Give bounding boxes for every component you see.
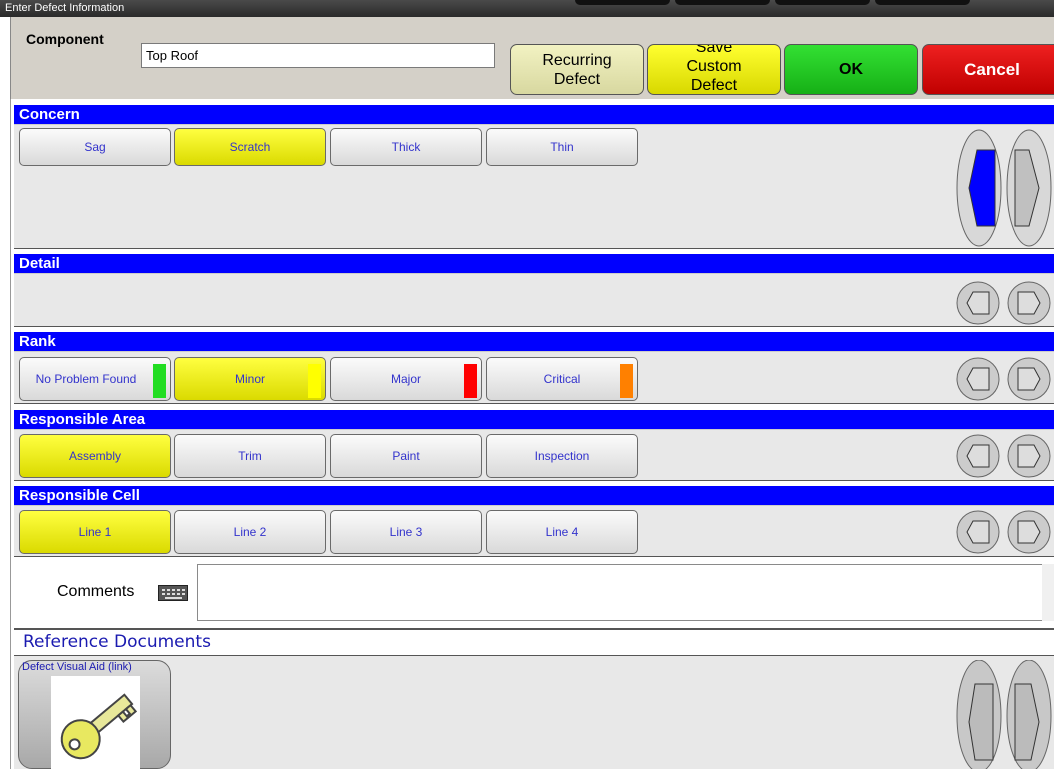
recurring-label-line2: Defect [553,70,601,88]
defect-visual-aid-label: Defect Visual Aid (link) [22,661,132,673]
recurring-label-line1: Recurring [542,51,612,69]
ok-button[interactable]: OK [784,44,918,95]
window-title: Enter Defect Information [5,2,125,14]
rank-option-label: No Problem Found [35,372,137,386]
rank-prev-button[interactable] [956,357,1000,401]
cell-pager [956,510,1051,554]
responsible-cell-header: Responsible Cell [14,486,1054,505]
concern-option-thin[interactable]: Thin [486,128,638,166]
detail-pager [956,281,1051,325]
rank-option-minor[interactable]: Minor [174,357,326,401]
cell-option-line-1[interactable]: Line 1 [19,510,171,554]
area-prev-button[interactable] [956,434,1000,478]
detail-header: Detail [14,254,1054,273]
rank-pager [956,357,1051,401]
concern-next-button[interactable] [1006,129,1052,247]
cancel-label: Cancel [964,60,1020,79]
detail-next-button[interactable] [1007,281,1051,325]
comments-input[interactable] [197,564,1054,621]
decor-tab [775,0,870,5]
rank-header: Rank [14,332,1054,351]
area-option-assembly[interactable]: Assembly [19,434,171,478]
reference-pager [956,660,1052,769]
concern-option-sag[interactable]: Sag [19,128,171,166]
cell-next-button[interactable] [1007,510,1051,554]
component-label: Component [26,31,104,47]
concern-pager [956,129,1052,247]
reference-prev-button[interactable] [956,660,1002,769]
concern-option-scratch[interactable]: Scratch [174,128,326,166]
concern-prev-button[interactable] [956,129,1002,247]
reference-title: Reference Documents [23,632,211,652]
save-label-line3: Defect [690,77,738,94]
detail-prev-button[interactable] [956,281,1000,325]
responsible-area-header: Responsible Area [14,410,1054,429]
rank-option-major[interactable]: Major [330,357,482,401]
save-custom-defect-button[interactable]: Save Custom Defect [647,44,781,95]
concern-header: Concern [14,105,1054,124]
decor-tab [575,0,670,5]
rank-option-critical[interactable]: Critical [486,357,638,401]
cancel-button[interactable]: Cancel [922,44,1054,95]
cell-option-line-3[interactable]: Line 3 [330,510,482,554]
ok-label: OK [839,61,863,78]
area-option-trim[interactable]: Trim [174,434,326,478]
comments-label: Comments [57,583,135,600]
rank-option-label: Major [390,372,421,386]
rank-color-swatch [464,364,477,398]
save-label-line2: Custom [686,58,742,75]
area-option-paint[interactable]: Paint [330,434,482,478]
rank-color-swatch [308,364,321,398]
keyboard-icon[interactable] [158,585,188,601]
area-option-inspection[interactable]: Inspection [486,434,638,478]
cell-option-line-4[interactable]: Line 4 [486,510,638,554]
rank-option-label: Critical [543,372,581,386]
reference-next-button[interactable] [1006,660,1052,769]
cell-option-line-2[interactable]: Line 2 [174,510,326,554]
rank-color-swatch [153,364,166,398]
rank-next-button[interactable] [1007,357,1051,401]
component-input[interactable] [141,43,495,68]
decor-tab [675,0,770,5]
area-next-button[interactable] [1007,434,1051,478]
cell-prev-button[interactable] [956,510,1000,554]
decor-tab [875,0,970,5]
rank-option-no-problem-found[interactable]: No Problem Found [19,357,171,401]
detail-panel [14,273,1054,327]
concern-option-thick[interactable]: Thick [330,128,482,166]
rank-option-label: Minor [234,372,265,386]
save-label-line1: Save [695,44,733,56]
key-icon [60,693,138,760]
recurring-defect-button[interactable]: Recurring Defect [510,44,644,95]
visual-aid-thumbnail [51,676,140,769]
area-pager [956,434,1051,478]
comments-scrollbar[interactable] [1042,564,1054,621]
rank-color-swatch [620,364,633,398]
